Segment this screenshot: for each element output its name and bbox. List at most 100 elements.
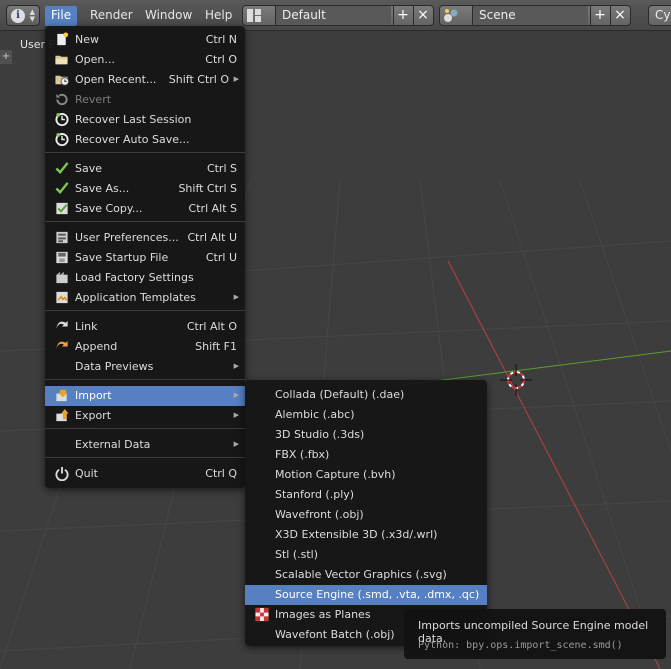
import-menu-item-fbx-fbx[interactable]: FBX (.fbx) (245, 445, 487, 465)
submenu-arrow-icon: ▶ (233, 293, 239, 301)
toolshelf-expand-icon[interactable]: + (0, 50, 12, 64)
folder-open-icon (55, 55, 68, 65)
menu-item-shortcut: Ctrl Alt O (186, 320, 237, 333)
tooltip: Imports uncompiled Source Engine model d… (404, 609, 666, 659)
render-engine-name[interactable]: Cyc (649, 6, 671, 25)
file-menu-item-recover-auto-save[interactable]: Recover Auto Save... (45, 130, 245, 150)
screen-layout-name[interactable]: Default (275, 6, 391, 25)
menu-separator (45, 152, 245, 153)
file-menu-item-recover-last-session[interactable]: Recover Last Session (45, 110, 245, 130)
file-menu-item-data-previews[interactable]: Data Previews ▶ (45, 357, 245, 377)
import-menu-item-x3d-extensible-3d-x3d-wrl[interactable]: X3D Extensible 3D (.x3d/.wrl) (245, 525, 487, 545)
menu-item-label: External Data (75, 438, 151, 451)
menu-item-label: Recover Auto Save... (75, 133, 190, 146)
import-menu-item-stl-stl[interactable]: Stl (.stl) (245, 545, 487, 565)
menu-item-label: X3D Extensible 3D (.x3d/.wrl) (275, 528, 438, 541)
menu-item-label: FBX (.fbx) (275, 448, 330, 461)
menu-separator (45, 379, 245, 380)
menu-separator (45, 428, 245, 429)
menu-item-label: Open Recent... (75, 73, 157, 86)
file-menu-item-link[interactable]: Link Ctrl Alt O (45, 317, 245, 337)
menu-item-label: Open... (75, 53, 115, 66)
file-menu-item-external-data[interactable]: External Data ▶ (45, 435, 245, 455)
add-scene-button[interactable]: + (590, 6, 609, 25)
file-menu-item-save-startup-file[interactable]: Save Startup File Ctrl U (45, 248, 245, 268)
append-icon (56, 340, 68, 349)
scene-icon[interactable] (443, 8, 459, 23)
file-menu-item-open[interactable]: Open... Ctrl O (45, 50, 245, 70)
menu-separator (45, 310, 245, 311)
file-menu-item-export[interactable]: Export ▶ (45, 406, 245, 426)
menu-item-label: Source Engine (.smd, .vta, .dmx, .qc) (275, 588, 480, 601)
import-menu-item-3d-studio-3ds[interactable]: 3D Studio (.3ds) (245, 425, 487, 445)
import-menu-item-alembic-abc[interactable]: Alembic (.abc) (245, 405, 487, 425)
file-menu-item-import[interactable]: Import ▶ (45, 386, 245, 406)
new-file-icon (57, 32, 69, 46)
menu-item-label: Import (75, 389, 112, 402)
checker-icon (255, 607, 269, 622)
render-engine-selector[interactable]: Cyc (648, 5, 671, 26)
menu-item-label: Stl (.stl) (275, 548, 319, 561)
menu-item-shortcut: Shift Ctrl O (168, 73, 229, 86)
menu-item-label: Revert (75, 93, 112, 106)
menu-item-label: Motion Capture (.bvh) (275, 468, 396, 481)
menu-item-label: Load Factory Settings (75, 271, 194, 284)
menu-render[interactable]: Render (84, 6, 139, 26)
import-menu-item-source-engine-smd-vta-dmx-qc[interactable]: Source Engine (.smd, .vta, .dmx, .qc) (245, 585, 487, 605)
file-menu-item-load-factory-settings[interactable]: Load Factory Settings (45, 268, 245, 288)
file-menu-item-application-templates[interactable]: Application Templates ▶ (45, 288, 245, 308)
menu-item-shortcut: Ctrl Q (205, 467, 237, 480)
menu-item-label: Append (75, 340, 118, 353)
menu-item-shortcut: Ctrl Alt U (187, 231, 237, 244)
delete-layout-button[interactable]: × (413, 6, 432, 25)
menu-item-label: Wavefont Batch (.obj) (275, 628, 395, 641)
file-menu-item-save[interactable]: Save Ctrl S (45, 159, 245, 179)
menu-item-shortcut: Shift Ctrl S (178, 182, 237, 195)
scene-selector[interactable]: Scene + × (439, 5, 631, 26)
menu-item-label: Scalable Vector Graphics (.svg) (275, 568, 447, 581)
menu-item-shortcut: Shift F1 (195, 340, 237, 353)
menu-item-label: Collada (Default) (.dae) (275, 388, 405, 401)
import-menu-item-wavefront-obj[interactable]: Wavefront (.obj) (245, 505, 487, 525)
file-menu-item-append[interactable]: Append Shift F1 (45, 337, 245, 357)
import-menu-item-scalable-vector-graphics-svg[interactable]: Scalable Vector Graphics (.svg) (245, 565, 487, 585)
menu-item-label: Quit (75, 467, 98, 480)
screen-layout-selector[interactable]: Default + × (242, 5, 434, 26)
file-menu-item-save-copy[interactable]: Save Copy... Ctrl Alt S (45, 199, 245, 219)
import-submenu: Collada (Default) (.dae) Alembic (.abc) 3D… (245, 380, 487, 646)
preferences-icon (56, 231, 68, 244)
file-menu-item-new[interactable]: New Ctrl N (45, 30, 245, 50)
menu-item-label: Recover Last Session (75, 113, 192, 126)
menu-item-shortcut: Ctrl S (206, 162, 237, 175)
submenu-arrow-icon: ▶ (233, 75, 239, 83)
submenu-arrow-icon: ▶ (233, 391, 239, 399)
scene-name[interactable]: Scene (472, 6, 588, 25)
file-menu-item-user-preferences[interactable]: User Preferences... Ctrl Alt U (45, 228, 245, 248)
templates-icon (56, 291, 68, 304)
file-menu-item-open-recent[interactable]: Open Recent... Shift Ctrl O ▶ (45, 70, 245, 90)
save-copy-icon (56, 202, 68, 215)
submenu-arrow-icon: ▶ (233, 440, 239, 448)
editor-type-button[interactable]: i ▲ ▼ (6, 5, 40, 26)
import-menu-item-motion-capture-bvh[interactable]: Motion Capture (.bvh) (245, 465, 487, 485)
menu-item-label: Link (75, 320, 98, 333)
menu-file[interactable]: File (45, 6, 78, 26)
menu-item-label: Export (75, 409, 112, 422)
menu-item-label: Images as Planes (275, 608, 371, 621)
menu-window[interactable]: Window (139, 6, 198, 26)
import-menu-item-stanford-ply[interactable]: Stanford (.ply) (245, 485, 487, 505)
file-menu-item-quit[interactable]: Quit Ctrl Q (45, 464, 245, 484)
link-icon (56, 320, 68, 329)
open-recent-icon (55, 75, 70, 86)
factory-settings-icon (56, 271, 68, 284)
file-menu-item-save-as[interactable]: Save As... Shift Ctrl S (45, 179, 245, 199)
screen-layout-icon[interactable] (246, 8, 262, 23)
add-layout-button[interactable]: + (393, 6, 412, 25)
submenu-arrow-icon: ▶ (233, 362, 239, 370)
file-menu-item-revert[interactable]: Revert (45, 90, 245, 110)
save-startup-icon (56, 251, 68, 264)
import-menu-item-collada-default-dae[interactable]: Collada (Default) (.dae) (245, 385, 487, 405)
menu-help[interactable]: Help (199, 6, 238, 26)
delete-scene-button[interactable]: × (610, 6, 629, 25)
menu-item-label: User Preferences... (75, 231, 179, 244)
